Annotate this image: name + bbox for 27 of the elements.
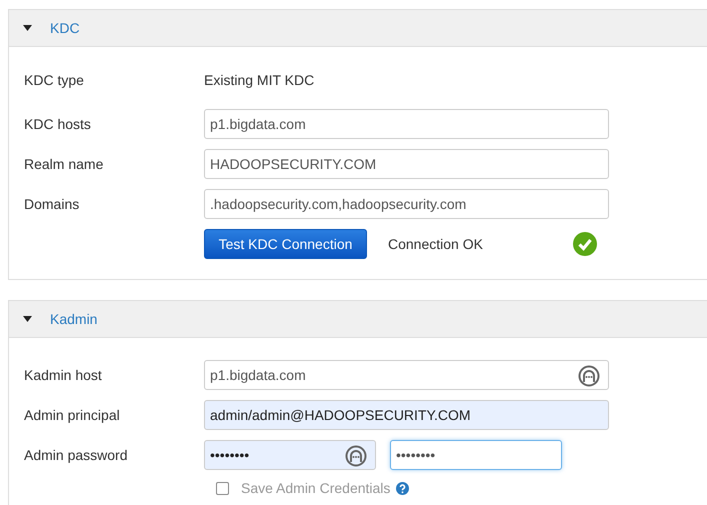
field-label: Kadmin host (24, 367, 103, 383)
field-label: Admin principal (24, 407, 121, 423)
checkbox[interactable] (216, 482, 229, 494)
panel-title[interactable]: KDC (50, 20, 80, 36)
caret-down-icon[interactable] (23, 316, 32, 322)
test-connection-button[interactable]: Test KDC Connection (204, 229, 367, 259)
connection-status: Connection OK (388, 236, 484, 252)
field-value: Existing MIT KDC (204, 71, 314, 90)
panel-header[interactable]: KDC (9, 10, 707, 47)
field-label: Realm name (24, 156, 104, 172)
password-manager-icon[interactable] (578, 365, 600, 387)
field-label: KDC hosts (24, 116, 92, 132)
password-manager-icon[interactable] (345, 445, 367, 467)
input-field[interactable]: •••••••• (390, 440, 562, 470)
field-label: KDC type (24, 71, 85, 90)
input-field[interactable]: admin/admin@HADOOPSECURITY.COM (204, 400, 609, 430)
field-label: Admin password (24, 447, 128, 463)
field-label: Domains (24, 196, 80, 212)
input-field[interactable]: p1.bigdata.com (204, 109, 609, 139)
help-icon[interactable] (396, 482, 410, 494)
input-field[interactable]: p1.bigdata.com (204, 360, 609, 390)
panel-title[interactable]: Kadmin (50, 311, 98, 327)
input-field[interactable]: •••••••• (204, 440, 376, 470)
caret-down-icon[interactable] (23, 25, 32, 31)
panel-header[interactable]: Kadmin (9, 301, 707, 338)
input-field[interactable]: HADOOPSECURITY.COM (204, 149, 609, 179)
input-field[interactable]: .hadoopsecurity.com,hadoopsecurity.com (204, 189, 609, 219)
